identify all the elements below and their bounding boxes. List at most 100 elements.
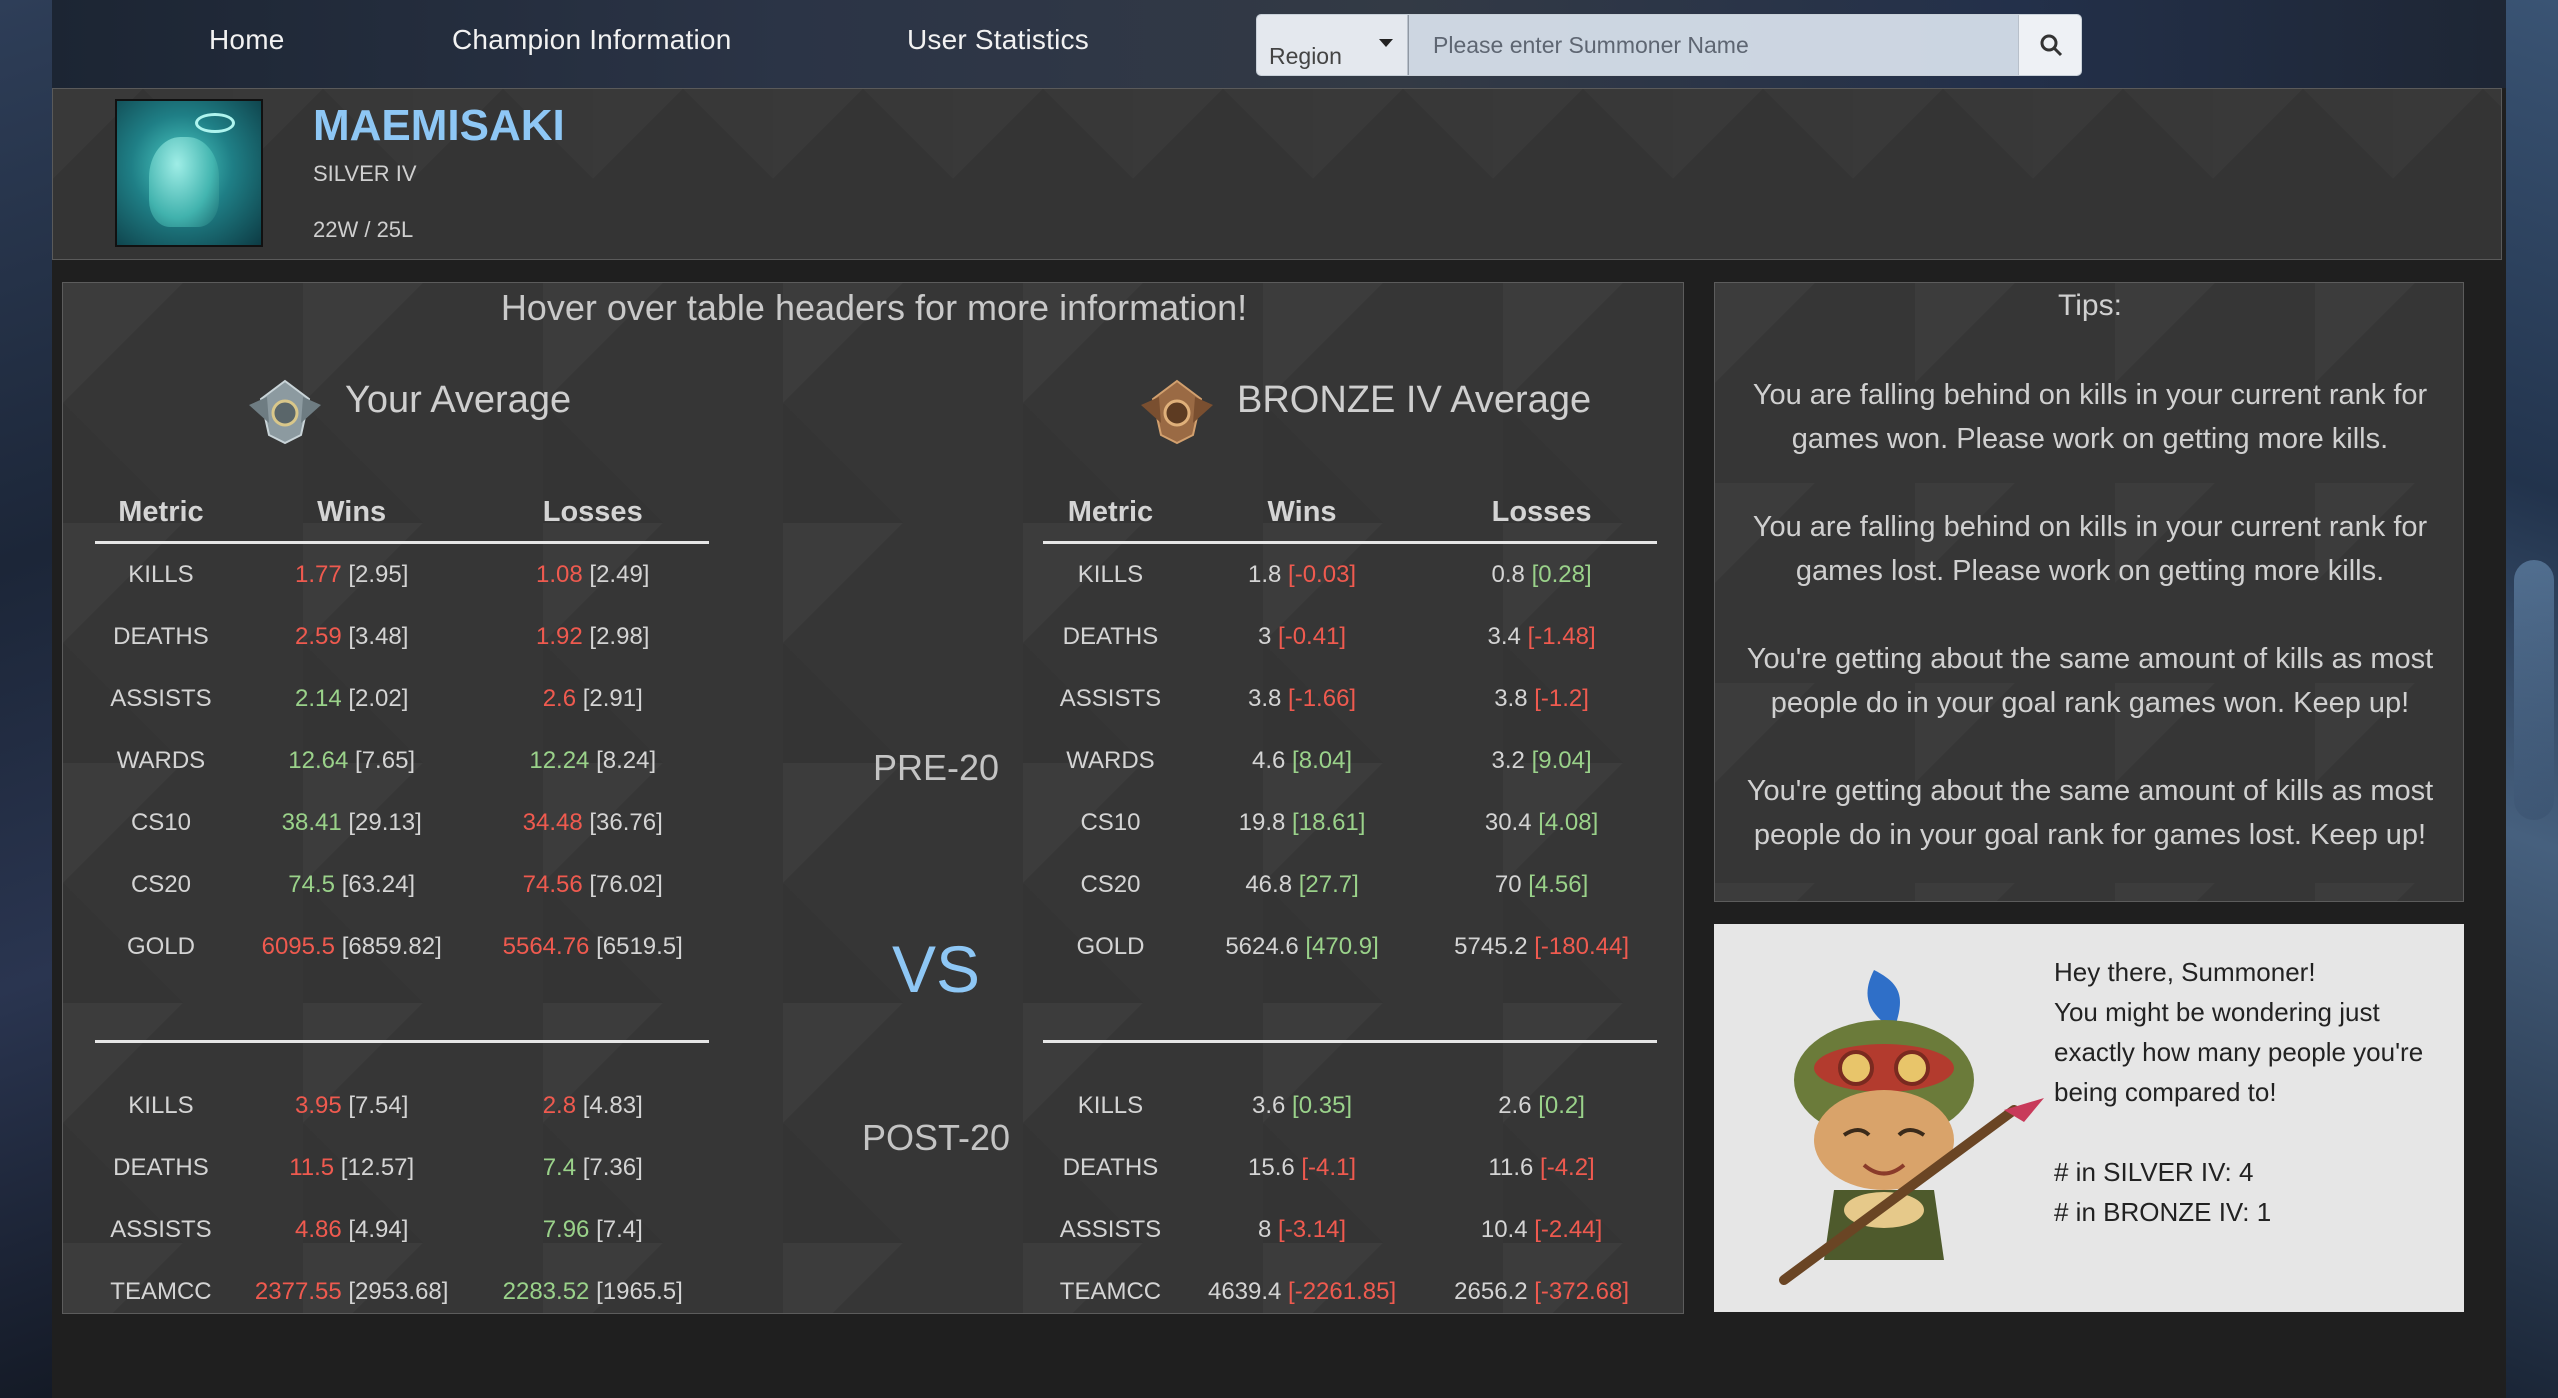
diff-value: [-3.14] (1278, 1216, 1347, 1243)
losses-cell: 74.56 [76.02] (476, 854, 709, 916)
tips-title: Tips: (2058, 289, 2122, 322)
losses-cell: 1.92 [2.98] (476, 606, 709, 668)
diff-value: [-0.03] (1288, 561, 1357, 588)
wins-cell: 12.64 [7.65] (227, 730, 477, 792)
background-art-left (0, 0, 52, 1398)
goal-value: [8.24] (596, 747, 657, 774)
goal-value: [6519.5] (596, 933, 683, 960)
diff-value: [-2.44] (1534, 1216, 1603, 1243)
table-row: ASSISTS 4.86 [4.94] 7.96 [7.4] (95, 1199, 709, 1261)
your-value: 12.64 (288, 747, 349, 774)
table-row: KILLS 3.6 [0.35] 2.6 [0.2] (1043, 1075, 1657, 1137)
search-button[interactable] (2018, 15, 2081, 75)
metric-cell: TEAMCC (110, 1278, 212, 1305)
table-row: ASSISTS 8 [-3.14] 10.4 [-2.44] (1043, 1199, 1657, 1261)
losses-cell: 2283.52 [1965.5] (476, 1261, 709, 1323)
ghost-icon (149, 137, 219, 227)
your-value: 3.95 (294, 1092, 342, 1119)
rank-value: 3 (1258, 623, 1272, 650)
goal-value: [2.98] (589, 623, 650, 650)
goal-value: [2.91] (582, 685, 643, 712)
wins-cell: 2377.55 [2953.68] (227, 1261, 477, 1323)
profile-header: MAEMISAKI SILVER IV 22W / 25L (52, 88, 2502, 260)
your-value: 5564.76 (502, 933, 590, 960)
goal-value: [4.94] (348, 1216, 409, 1243)
metric-cell: TEAMCC (1059, 1278, 1162, 1305)
diff-value: [4.08] (1538, 809, 1599, 836)
table-spacer (95, 1043, 709, 1075)
rank-value: 15.6 (1248, 1154, 1295, 1181)
table-row: GOLD 5624.6 [470.9] 5745.2 [-180.44] (1043, 916, 1657, 978)
header-wins[interactable]: Wins (226, 483, 477, 544)
table-row: GOLD 6095.5 [6859.82] 5564.76 [6519.5] (95, 916, 709, 978)
rank-value: 8 (1258, 1216, 1272, 1243)
table-row: DEATHS 3 [-0.41] 3.4 [-1.48] (1043, 606, 1657, 668)
rank-value: 2.6 (1498, 1092, 1532, 1119)
your-value: 74.5 (288, 871, 336, 898)
diff-value: [-372.68] (1534, 1278, 1629, 1305)
tip-item: You are falling behind on kills in your … (1752, 511, 2428, 587)
nav-home[interactable]: Home (209, 24, 285, 56)
losses-cell: 3.2 [9.04] (1426, 730, 1657, 792)
metric-cell: GOLD (1076, 933, 1145, 960)
wins-cell: 38.41 [29.13] (227, 792, 477, 854)
diff-value: [-4.1] (1301, 1154, 1357, 1181)
win-loss-record: 22W / 25L (313, 217, 414, 242)
halo-icon (195, 113, 235, 133)
nav-user-statistics[interactable]: User Statistics (907, 24, 1089, 56)
table-row: CS10 19.8 [18.61] 30.4 [4.08] (1043, 792, 1657, 854)
losses-cell: 2.6 [2.91] (476, 668, 709, 730)
diff-value: [0.28] (1531, 561, 1592, 588)
losses-cell: 2.6 [0.2] (1426, 1075, 1657, 1137)
diff-value: [-180.44] (1534, 933, 1629, 960)
diff-value: [-2261.85] (1288, 1278, 1397, 1305)
metric-cell: ASSISTS (110, 685, 212, 712)
diff-value: [-1.2] (1534, 685, 1589, 712)
header-wins[interactable]: Wins (1177, 483, 1427, 544)
rank-value: 1.8 (1248, 561, 1282, 588)
wins-cell: 2.14 [2.02] (227, 668, 477, 730)
summoner-search-input[interactable] (1409, 15, 2019, 75)
metric-cell: CS20 (130, 871, 191, 898)
diff-value: [9.04] (1531, 747, 1592, 774)
your-value: 4.86 (294, 1216, 342, 1243)
header-losses[interactable]: Losses (1426, 483, 1657, 544)
rank-value: 5624.6 (1225, 933, 1299, 960)
your-value: 2.8 (542, 1092, 577, 1119)
header-losses[interactable]: Losses (476, 483, 709, 544)
goal-value: [1965.5] (596, 1278, 683, 1305)
diff-value: [-1.48] (1527, 623, 1596, 650)
pre-20-label: PRE-20 (872, 747, 1000, 788)
region-dropdown[interactable]: Region (1257, 15, 1408, 75)
diff-value: [4.56] (1528, 871, 1589, 898)
wins-cell: 3 [-0.41] (1178, 606, 1426, 668)
rank-value: 4639.4 (1207, 1278, 1282, 1305)
search-icon (2040, 34, 2063, 57)
nav-champion-information[interactable]: Champion Information (452, 24, 731, 56)
rank-value: 70 (1494, 871, 1522, 898)
table-row: KILLS 1.8 [-0.03] 0.8 [0.28] (1043, 543, 1657, 607)
rank-value: 11.6 (1488, 1154, 1534, 1181)
comparison-panel: Hover over table headers for more inform… (62, 282, 1684, 1314)
wins-cell: 8 [-3.14] (1178, 1199, 1426, 1261)
diff-value: [27.7] (1298, 871, 1359, 898)
spacer-cell (95, 1043, 709, 1075)
wins-cell: 15.6 [-4.1] (1178, 1137, 1426, 1199)
metric-cell: WARDS (116, 747, 206, 774)
metric-cell: ASSISTS (110, 1216, 212, 1243)
header-metric[interactable]: Metric (95, 483, 227, 544)
wins-cell: 5624.6 [470.9] (1178, 916, 1426, 978)
wins-cell: 4639.4 [-2261.85] (1178, 1261, 1426, 1323)
header-metric[interactable]: Metric (1043, 483, 1178, 544)
bronze-emblem-icon (1141, 379, 1213, 445)
tips-panel: Tips: You are falling behind on kills in… (1714, 282, 2464, 902)
wins-cell: 1.77 [2.95] (227, 543, 477, 607)
summoner-count-text: Hey there, Summoner! You might be wonder… (2054, 957, 2424, 1227)
wins-cell: 4.86 [4.94] (227, 1199, 477, 1261)
metric-cell: DEATHS (113, 1154, 209, 1181)
goal-value: [7.54] (348, 1092, 409, 1119)
goal-value: [3.48] (348, 623, 409, 650)
losses-cell: 30.4 [4.08] (1426, 792, 1657, 854)
goal-value: [2.95] (348, 561, 409, 588)
your-value: 2.59 (294, 623, 342, 650)
